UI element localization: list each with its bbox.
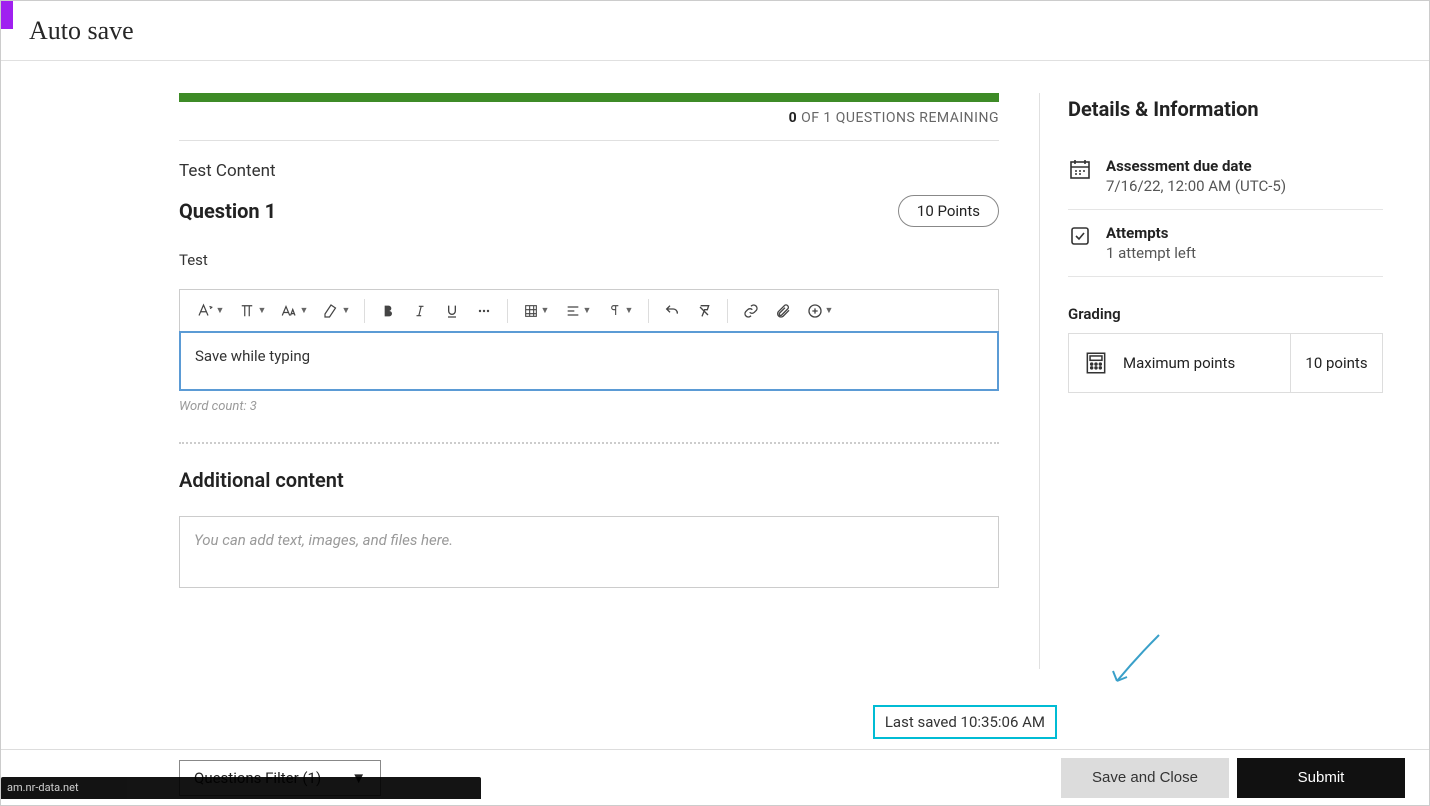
additional-content-area[interactable]: You can add text, images, and files here… (179, 516, 999, 588)
last-saved-badge: Last saved 10:35:06 AM (873, 705, 1057, 739)
italic-icon[interactable] (405, 296, 435, 326)
grading-section-label: Grading (1068, 305, 1383, 323)
page-title: Auto save (29, 16, 134, 46)
text-style-icon[interactable]: ▼ (190, 296, 230, 326)
link-icon[interactable] (736, 296, 766, 326)
font-icon[interactable]: ▼ (274, 296, 314, 326)
calculator-icon (1083, 350, 1109, 376)
question-prompt: Test (179, 251, 999, 269)
test-content-label: Test Content (179, 161, 999, 181)
remaining-text: OF 1 QUESTIONS REMAINING (797, 110, 999, 126)
details-title: Details & Information (1068, 97, 1383, 121)
undo-icon[interactable] (657, 296, 687, 326)
paragraph-format-icon[interactable]: ▼ (232, 296, 272, 326)
bold-icon[interactable] (373, 296, 403, 326)
due-date-label: Assessment due date (1106, 157, 1286, 175)
rich-text-editor: ▼ ▼ ▼ ▼ (179, 289, 999, 391)
remaining-count: 0 (789, 110, 798, 126)
questions-remaining: 0 OF 1 QUESTIONS REMAINING (179, 102, 999, 141)
progress-bar (179, 93, 999, 102)
save-and-close-button[interactable]: Save and Close (1061, 758, 1229, 798)
due-date-value: 7/16/22, 12:00 AM (UTC-5) (1106, 177, 1286, 195)
points-badge: 10 Points (898, 195, 999, 227)
additional-placeholder: You can add text, images, and files here… (194, 531, 453, 549)
table-icon[interactable]: ▼ (516, 296, 556, 326)
additional-content-title: Additional content (179, 468, 999, 492)
section-divider (179, 442, 999, 444)
clear-format-icon[interactable] (689, 296, 719, 326)
word-count: Word count: 3 (179, 399, 999, 414)
toolbar-divider (648, 299, 649, 323)
content-area: 0 OF 1 QUESTIONS REMAINING Test Content … (1, 61, 1429, 749)
attachment-icon[interactable] (768, 296, 798, 326)
toolbar-divider (364, 299, 365, 323)
due-date-row: Assessment due date 7/16/22, 12:00 AM (U… (1068, 143, 1383, 210)
main-column: 0 OF 1 QUESTIONS REMAINING Test Content … (179, 93, 999, 669)
text-direction-icon[interactable]: ▼ (600, 296, 640, 326)
browser-status-strip: am.nr-data.net (1, 777, 481, 799)
attempts-row: Attempts 1 attempt left (1068, 210, 1383, 277)
checkbox-icon (1068, 224, 1092, 248)
attempts-label: Attempts (1106, 224, 1196, 242)
toolbar-divider (727, 299, 728, 323)
more-formatting-icon[interactable] (469, 296, 499, 326)
answer-textarea[interactable]: Save while typing (179, 331, 999, 391)
panel-accent (1, 1, 13, 29)
top-bar: Auto save (1, 1, 1429, 61)
grading-box: Maximum points 10 points (1068, 333, 1383, 393)
attempts-text: Attempts 1 attempt left (1106, 224, 1196, 262)
grading-points-value: 10 points (1290, 334, 1382, 392)
align-icon[interactable]: ▼ (558, 296, 598, 326)
submit-button[interactable]: Submit (1237, 758, 1405, 798)
toolbar-divider (507, 299, 508, 323)
annotation-arrow-icon (1099, 627, 1169, 697)
editor-toolbar: ▼ ▼ ▼ ▼ (179, 289, 999, 331)
grading-label-text: Maximum points (1123, 354, 1235, 372)
highlight-icon[interactable]: ▼ (316, 296, 356, 326)
question-title: Question 1 (179, 199, 276, 223)
grading-left: Maximum points (1069, 334, 1290, 392)
attempts-value: 1 attempt left (1106, 244, 1196, 262)
side-panel: Details & Information Assessment due dat… (1039, 93, 1383, 669)
due-date-text: Assessment due date 7/16/22, 12:00 AM (U… (1106, 157, 1286, 195)
calendar-icon (1068, 157, 1092, 181)
underline-icon[interactable] (437, 296, 467, 326)
insert-plus-icon[interactable]: ▼ (800, 296, 840, 326)
question-header-row: Question 1 10 Points (179, 195, 999, 227)
